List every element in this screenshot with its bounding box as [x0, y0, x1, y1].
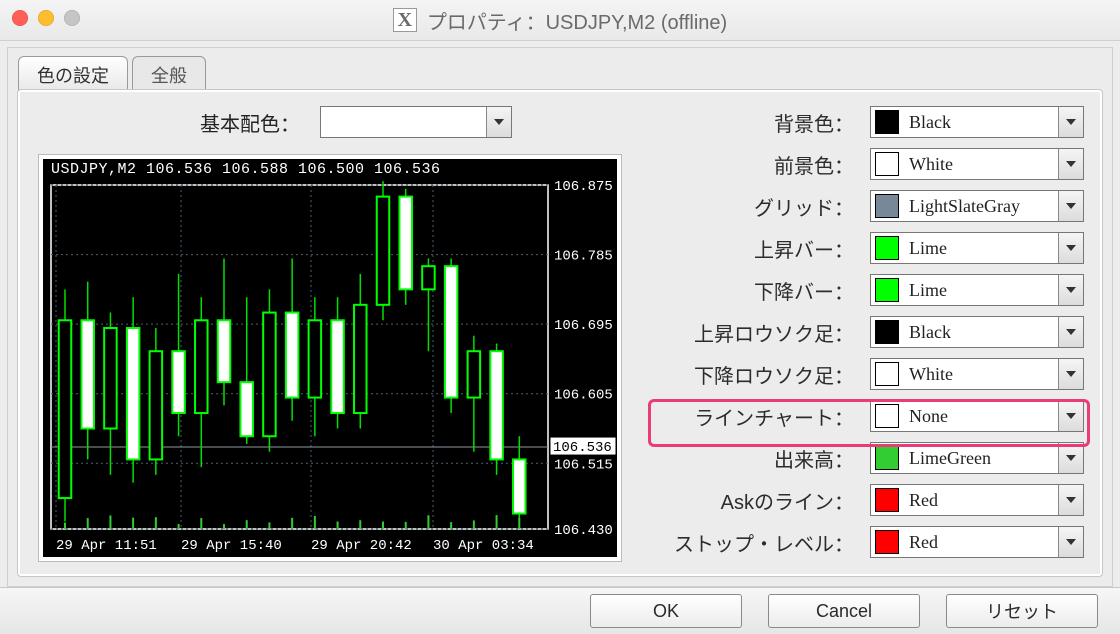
color-label: ラインチャート： [694, 402, 854, 431]
color-row-3: 上昇バー： Lime [654, 232, 1084, 264]
color-swatch [875, 278, 899, 302]
chevron-down-icon[interactable] [1058, 485, 1083, 515]
chevron-down-icon[interactable] [1058, 443, 1083, 473]
color-row-7: ラインチャート： None [654, 400, 1084, 432]
chevron-down-icon[interactable] [1058, 317, 1083, 347]
color-select-9[interactable]: Red [870, 484, 1084, 516]
svg-text:106.695: 106.695 [554, 318, 613, 334]
color-label: 下降ロウソク足： [694, 360, 854, 389]
scheme-label: 基本配色： [200, 108, 300, 137]
svg-text:106.536: 106.536 [553, 440, 612, 456]
color-row-4: 下降バー： Lime [654, 274, 1084, 306]
color-label: 前景色： [774, 150, 854, 179]
window-controls [12, 10, 80, 26]
color-name: Black [909, 112, 951, 133]
color-select-6[interactable]: White [870, 358, 1084, 390]
chevron-down-icon[interactable] [1058, 359, 1083, 389]
color-label: 上昇ロウソク足： [694, 318, 854, 347]
color-row-10: ストップ・レベル： Red [654, 526, 1084, 558]
color-select-1[interactable]: White [870, 148, 1084, 180]
svg-text:29 Apr 20:42: 29 Apr 20:42 [311, 538, 412, 554]
chevron-down-icon[interactable] [1058, 527, 1083, 557]
chevron-down-icon[interactable] [1058, 149, 1083, 179]
chevron-down-icon[interactable] [1058, 191, 1083, 221]
color-row-8: 出来高： LimeGreen [654, 442, 1084, 474]
color-name: Black [909, 322, 951, 343]
color-swatch [875, 488, 899, 512]
titlebar: X プロパティ：USDJPY,M2 (offline) [0, 0, 1120, 41]
color-row-5: 上昇ロウソク足： Black [654, 316, 1084, 348]
color-name: Red [909, 490, 938, 511]
chevron-down-icon[interactable] [1058, 107, 1083, 137]
chevron-down-icon[interactable] [1058, 275, 1083, 305]
svg-text:106.605: 106.605 [554, 388, 613, 404]
color-select-4[interactable]: Lime [870, 274, 1084, 306]
svg-text:106.430: 106.430 [554, 523, 613, 539]
chart-header: USDJPY,M2 106.536 106.588 106.500 106.53… [51, 161, 441, 178]
dialog-body: 色の設定 全般 基本配色： USDJPY,M2 106.536 106.588 … [7, 47, 1113, 587]
scheme-select[interactable] [320, 106, 512, 138]
minimize-button[interactable] [38, 10, 54, 26]
svg-text:29 Apr 15:40: 29 Apr 15:40 [181, 538, 282, 554]
ok-button[interactable]: OK [590, 594, 742, 628]
color-swatch [875, 236, 899, 260]
color-select-0[interactable]: Black [870, 106, 1084, 138]
color-select-2[interactable]: LightSlateGray [870, 190, 1084, 222]
color-label: グリッド： [754, 192, 854, 221]
color-row-2: グリッド： LightSlateGray [654, 190, 1084, 222]
color-name: LimeGreen [909, 448, 991, 469]
color-label: Askのライン： [721, 486, 854, 515]
color-swatch [875, 446, 899, 470]
color-label: 出来高： [774, 444, 854, 473]
zoom-button[interactable] [64, 10, 80, 26]
color-swatch [875, 194, 899, 218]
color-select-8[interactable]: LimeGreen [870, 442, 1084, 474]
color-swatch [875, 530, 899, 554]
color-swatch [875, 110, 899, 134]
color-name: LightSlateGray [909, 196, 1020, 217]
chart-preview: USDJPY,M2 106.536 106.588 106.500 106.53… [38, 154, 622, 562]
color-swatch [875, 152, 899, 176]
color-name: Red [909, 532, 938, 553]
chevron-down-icon[interactable] [1058, 233, 1083, 263]
svg-text:29 Apr 11:51: 29 Apr 11:51 [56, 538, 157, 554]
color-name: White [909, 364, 953, 385]
svg-text:106.785: 106.785 [554, 249, 613, 265]
color-name: Lime [909, 280, 947, 301]
chevron-down-icon[interactable] [486, 107, 511, 137]
window-title: プロパティ：USDJPY,M2 (offline) [427, 6, 727, 35]
color-name: White [909, 154, 953, 175]
color-name: None [909, 406, 948, 427]
color-row-1: 前景色： White [654, 148, 1084, 180]
app-icon: X [393, 8, 417, 32]
color-name: Lime [909, 238, 947, 259]
color-select-3[interactable]: Lime [870, 232, 1084, 264]
color-swatch [875, 404, 899, 428]
svg-text:106.515: 106.515 [554, 457, 613, 473]
color-row-0: 背景色： Black [654, 106, 1084, 138]
color-label: ストップ・レベル： [674, 528, 854, 557]
color-label: 上昇バー： [754, 234, 854, 263]
chevron-down-icon[interactable] [1058, 401, 1083, 431]
color-swatch [875, 320, 899, 344]
color-row-6: 下降ロウソク足： White [654, 358, 1084, 390]
color-swatch [875, 362, 899, 386]
svg-text:30 Apr 03:34: 30 Apr 03:34 [433, 538, 534, 554]
svg-text:106.875: 106.875 [554, 179, 613, 195]
color-row-9: Askのライン： Red [654, 484, 1084, 516]
close-button[interactable] [12, 10, 28, 26]
color-select-5[interactable]: Black [870, 316, 1084, 348]
color-select-7[interactable]: None [870, 400, 1084, 432]
candlestick-chart: 106.875 106.785 106.695 106.605 106.536106.5… [43, 159, 617, 557]
color-label: 背景色： [774, 108, 854, 137]
cancel-button[interactable]: Cancel [768, 594, 920, 628]
button-row: OK Cancel リセット [0, 587, 1120, 634]
color-select-10[interactable]: Red [870, 526, 1084, 558]
color-label: 下降バー： [754, 276, 854, 305]
group-frame: 基本配色： USDJPY,M2 106.536 106.588 106.500 … [18, 90, 1102, 576]
reset-button[interactable]: リセット [946, 594, 1098, 628]
